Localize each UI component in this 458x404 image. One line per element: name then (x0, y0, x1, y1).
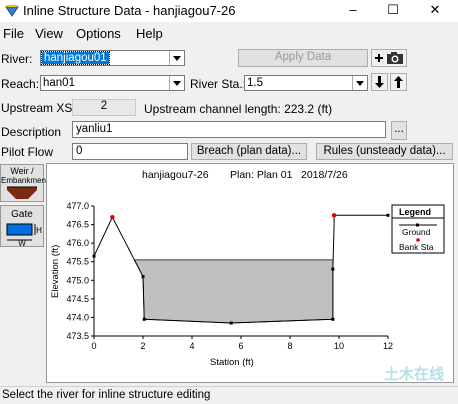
description-label: Description (1, 125, 62, 139)
gate-h-label: H (36, 226, 42, 235)
river-sta-label: River Sta.: (190, 77, 247, 91)
gate-w-label: W (18, 239, 26, 248)
x-tick-label: 0 (91, 341, 96, 351)
y-axis-label: Elevation (ft) (50, 245, 61, 298)
add-camera-button[interactable] (371, 49, 407, 67)
x-tick-label: 6 (238, 341, 243, 351)
embankment-label: Embankment (1, 176, 49, 185)
app-icon (5, 5, 19, 17)
river-sta-value: 1.5 (247, 77, 263, 89)
x-tick-label: 8 (287, 341, 292, 351)
breach-button[interactable]: Breach (plan data)... (191, 143, 307, 160)
y-tick-label: 476.5 (66, 220, 89, 230)
menu-help[interactable]: Help (136, 26, 163, 41)
river-sta-select[interactable]: 1.5 (244, 75, 368, 91)
upstream-xs-value: 2 (72, 99, 136, 116)
upstream-channel-length: Upstream channel length: 223.2 (ft) (144, 102, 333, 116)
description-more-button[interactable]: ... (391, 121, 407, 140)
reach-select[interactable]: han01 (40, 75, 185, 91)
flow-area (133, 259, 334, 324)
maximize-button[interactable]: ☐ (378, 0, 408, 22)
x-tick-label: 12 (383, 341, 393, 351)
apply-data-button[interactable]: Apply Data (238, 49, 368, 67)
chevron-down-icon[interactable] (169, 51, 184, 65)
x-axis-label: Station (ft) (210, 357, 254, 368)
gate-button[interactable]: Gate H W (0, 205, 44, 248)
pilot-flow-input[interactable]: 0 (72, 143, 188, 160)
weir-label: Weir / (10, 166, 34, 176)
y-tick-label: 473.5 (66, 331, 89, 341)
description-value: yanliu1 (76, 123, 113, 135)
y-tick-label: 477.0 (66, 201, 89, 211)
river-label: River: (1, 52, 33, 66)
y-tick-label: 474.5 (66, 294, 89, 304)
legend-title: Legend (399, 207, 431, 217)
minimize-button[interactable]: – (338, 0, 368, 22)
status-bar: Select the river for inline structure ed… (0, 386, 458, 404)
pilot-flow-value: 0 (76, 145, 83, 157)
ground-point (331, 317, 335, 321)
x-tick-label: 4 (189, 341, 194, 351)
menu-view[interactable]: View (35, 26, 63, 41)
river-value: hanjiagou01 (41, 51, 110, 65)
reach-label: Reach: (1, 77, 40, 91)
plot-date-title: 2018/7/26 (301, 169, 348, 181)
plot-project-title: hanjiagou7-26 (142, 169, 209, 181)
arrow-up-icon (394, 76, 403, 88)
legend: Legend Ground Bank Sta (391, 204, 445, 254)
title-bar: Inline Structure Data - hanjiagou7-26 – … (0, 0, 458, 22)
status-text: Select the river for inline structure ed… (2, 389, 211, 401)
plot-panel: hanjiagou7-26 Plan: Plan 01 2018/7/26 0 2… (46, 163, 454, 383)
river-select[interactable]: hanjiagou01 (40, 50, 185, 66)
ground-point (92, 254, 96, 258)
chevron-down-icon[interactable] (169, 76, 184, 90)
gate-label: Gate (11, 209, 33, 220)
plot-plan-title: Plan: Plan 01 (230, 169, 293, 181)
y-tick-label: 474.0 (66, 312, 89, 322)
x-tick-label: 10 (334, 341, 344, 351)
rules-button[interactable]: Rules (unsteady data)... (316, 143, 453, 160)
pilot-flow-label: Pilot Flow (1, 145, 54, 159)
menu-options[interactable]: Options (76, 26, 121, 41)
chevron-down-icon[interactable] (352, 76, 367, 90)
window-title: Inline Structure Data - hanjiagou7-26 (23, 3, 236, 18)
weir-icon (7, 186, 37, 199)
x-tick-label: 2 (140, 341, 145, 351)
reach-value: han01 (43, 77, 75, 89)
ground-point (141, 275, 145, 279)
arrow-down-icon (375, 76, 384, 88)
up-arrow-button[interactable] (390, 73, 407, 91)
cross-section-chart: hanjiagou7-26 Plan: Plan 01 2018/7/26 0 2… (50, 169, 445, 368)
ground-point (229, 321, 233, 325)
upstream-xs-label: Upstream XS: (1, 101, 76, 115)
menu-bar: File View Options Help (0, 24, 458, 44)
ground-point (386, 213, 390, 217)
bank-sta-point (331, 213, 337, 218)
close-button[interactable]: ✕ (420, 0, 450, 22)
description-input[interactable]: yanliu1 (72, 121, 386, 138)
y-tick-label: 476.0 (66, 238, 89, 248)
weir-embankment-button[interactable]: Weir / Embankment (0, 164, 49, 202)
y-tick-label: 475.5 (66, 257, 89, 267)
menu-file[interactable]: File (3, 26, 24, 41)
ground-point (142, 317, 146, 321)
y-tick-label: 475.0 (66, 275, 89, 285)
legend-ground: Ground (402, 227, 431, 237)
bank-sta-point (110, 214, 115, 220)
ground-point (331, 267, 335, 271)
down-arrow-button[interactable] (371, 73, 388, 91)
watermark-text: 土木在线 (383, 366, 444, 383)
legend-bank-sta: Bank Sta (399, 242, 434, 252)
plus-camera-icon (375, 52, 403, 64)
